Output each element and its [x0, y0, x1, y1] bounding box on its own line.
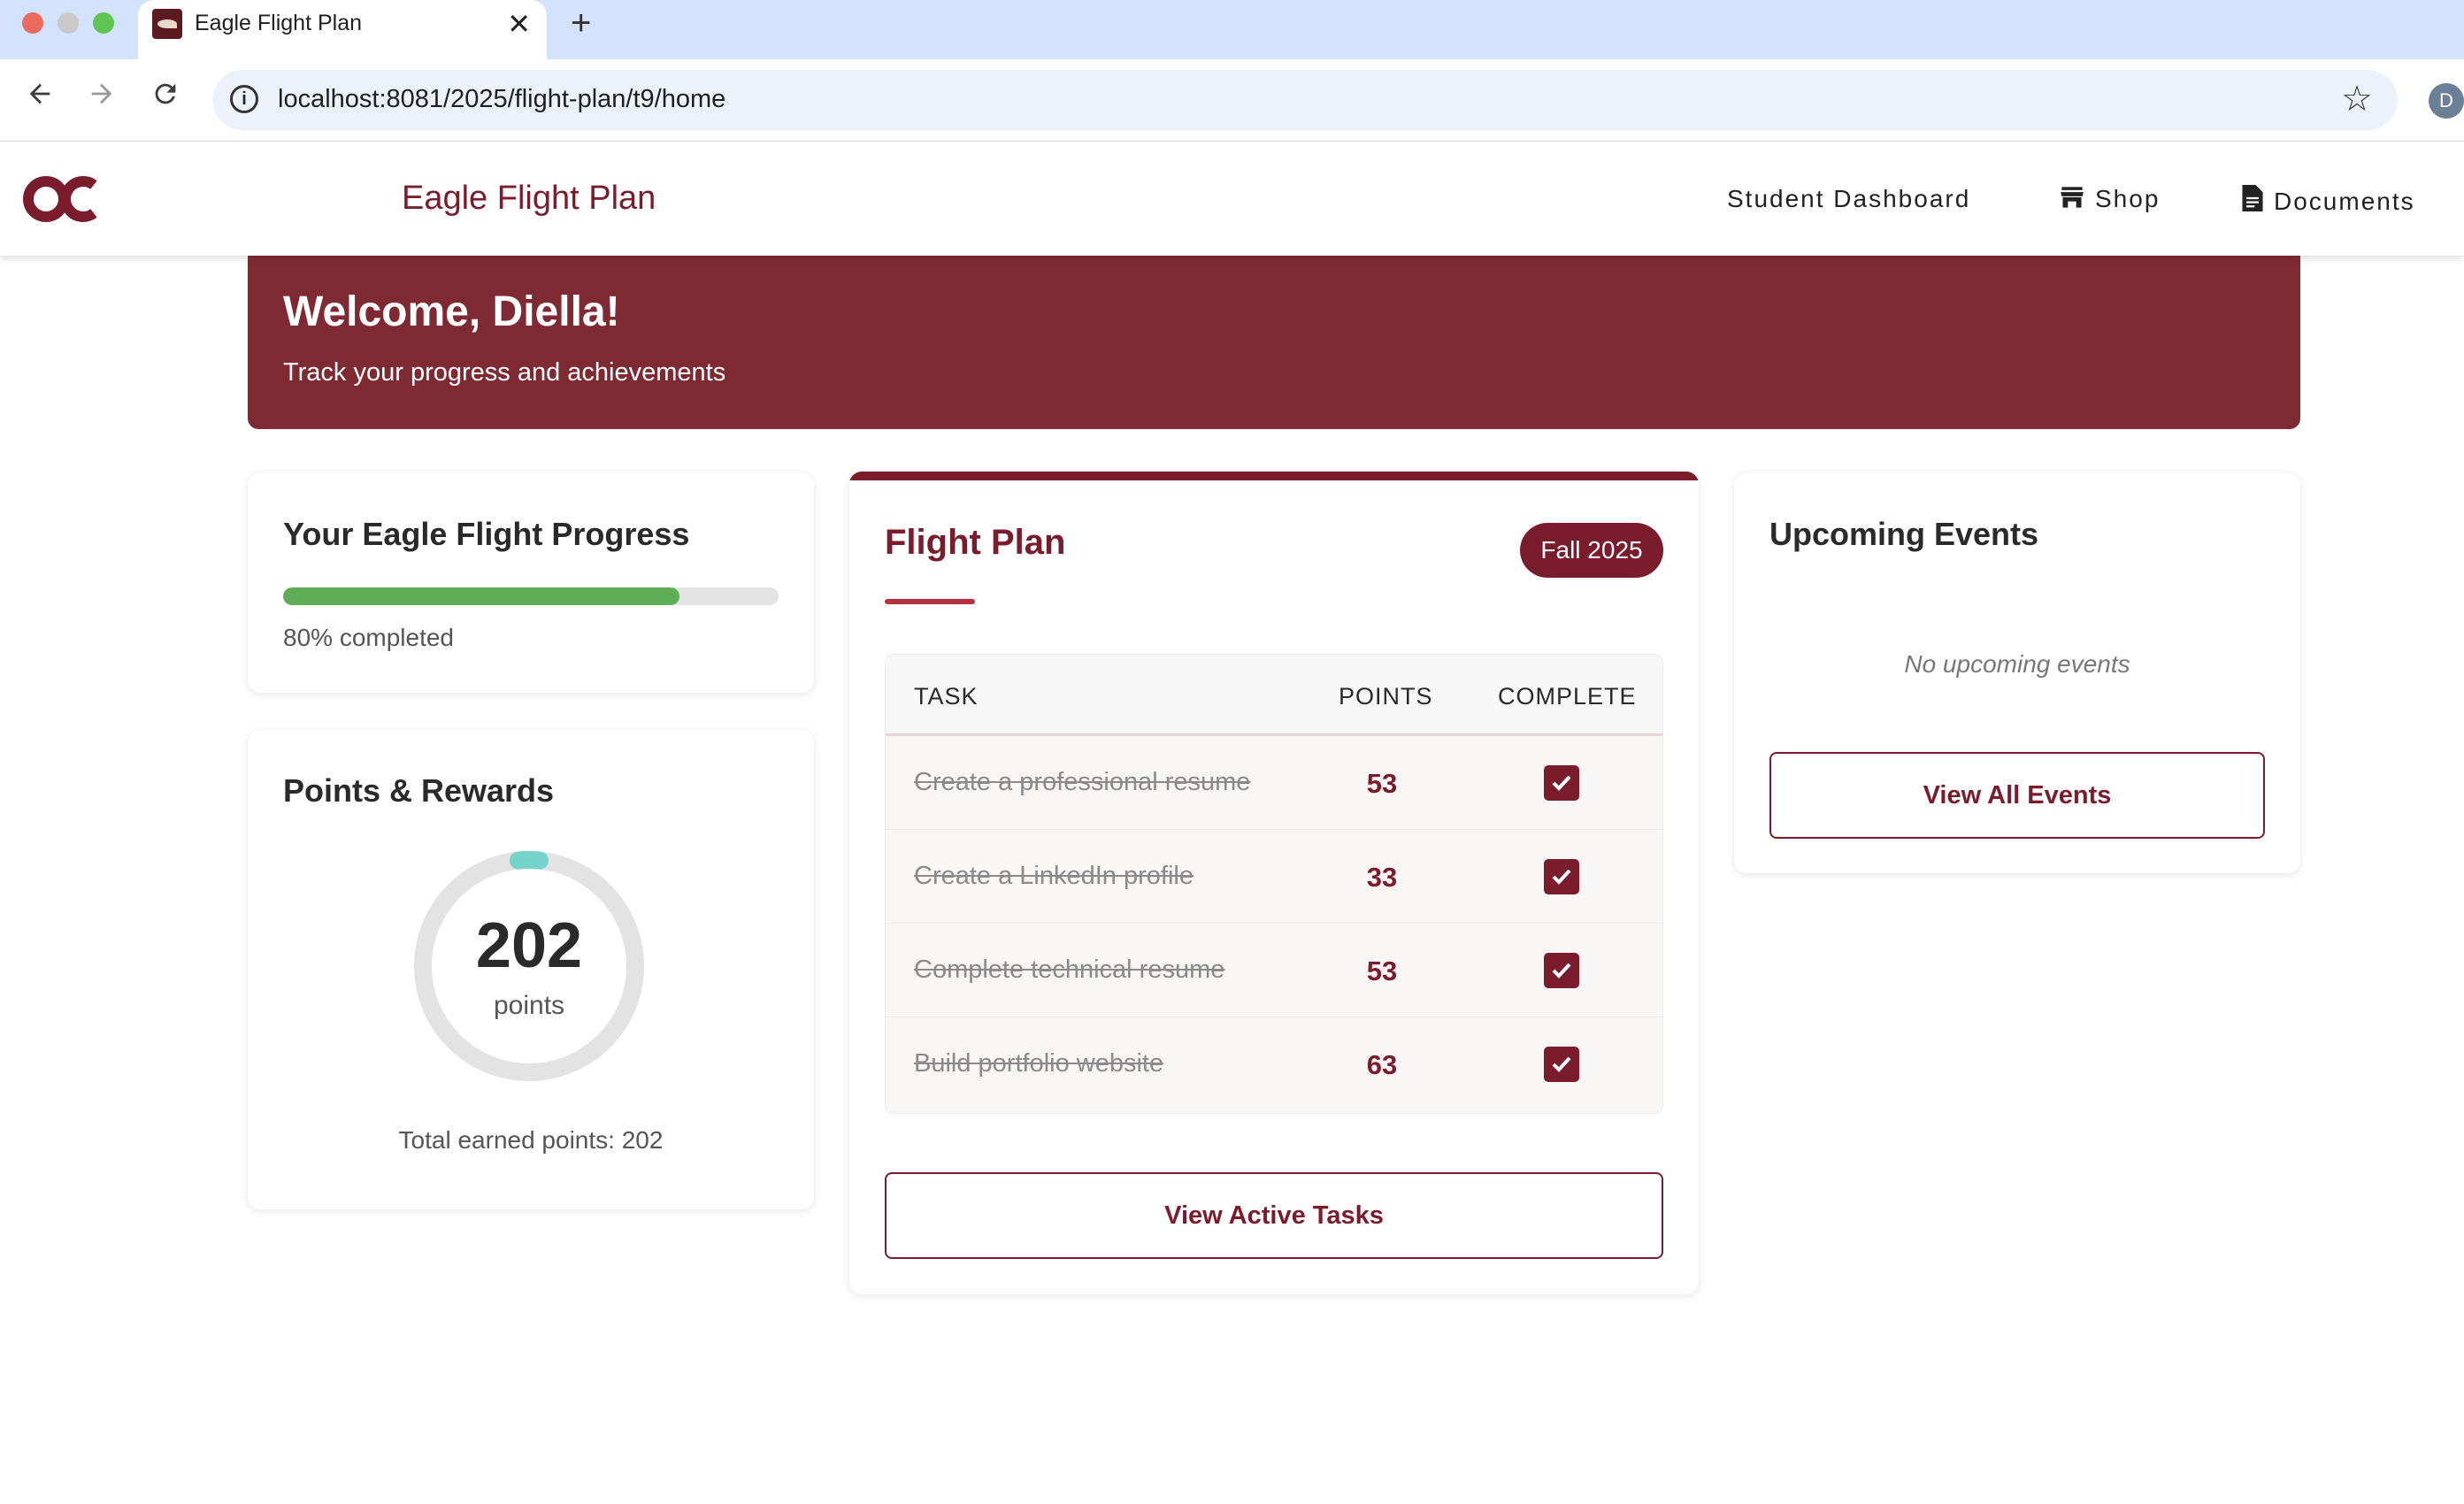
- eagle-favicon-icon: [152, 9, 182, 39]
- flight-plan-card: Flight Plan Fall 2025 TASK POINTS COMPLE…: [849, 472, 1699, 1294]
- reload-icon[interactable]: [150, 79, 180, 117]
- bookmark-star-icon[interactable]: ☆: [2341, 79, 2373, 119]
- store-icon: [2060, 186, 2084, 215]
- task-complete-checkbox[interactable]: [1544, 765, 1579, 801]
- app-title[interactable]: Eagle Flight Plan: [402, 180, 656, 218]
- progress-card: Your Eagle Flight Progress 80% completed: [248, 473, 814, 693]
- task-points: 33: [1366, 862, 1398, 893]
- nav-documents-label: Documents: [2274, 188, 2415, 215]
- task-complete-checkbox[interactable]: [1544, 953, 1579, 988]
- task-name: Create a LinkedIn profile: [914, 862, 1194, 890]
- task-complete-checkbox[interactable]: [1544, 859, 1579, 894]
- events-card: Upcoming Events No upcoming events View …: [1734, 473, 2300, 873]
- progress-bar-fill: [283, 587, 679, 605]
- nav-shop[interactable]: Shop: [2060, 185, 2160, 215]
- view-all-events-button[interactable]: View All Events: [1769, 752, 2265, 839]
- column-task: TASK: [914, 683, 979, 710]
- tab-close-icon[interactable]: ✕: [507, 7, 531, 41]
- address-bar[interactable]: i localhost:8081/2025/flight-plan/t9/hom…: [212, 70, 2398, 130]
- no-events-message: No upcoming events: [1904, 650, 2130, 678]
- progress-label: 80% completed: [283, 624, 455, 651]
- close-window-button[interactable]: [22, 12, 43, 34]
- column-points: POINTS: [1339, 683, 1433, 710]
- table-header: TASK POINTS COMPLETE: [886, 655, 1662, 736]
- events-title: Upcoming Events: [1769, 516, 2039, 552]
- task-name: Build portfolio website: [914, 1049, 1164, 1078]
- welcome-banner: Welcome, Diella! Track your progress and…: [248, 256, 2300, 429]
- nav-documents[interactable]: Documents: [2242, 185, 2415, 218]
- tab-title: Eagle Flight Plan: [195, 11, 363, 35]
- view-active-tasks-button[interactable]: View Active Tasks: [885, 1172, 1663, 1259]
- oc-logo-icon[interactable]: [23, 173, 97, 226]
- new-tab-button[interactable]: +: [571, 4, 591, 43]
- maximize-window-button[interactable]: [93, 12, 114, 34]
- app-header: Eagle Flight Plan Student Dashboard Shop…: [0, 142, 2464, 256]
- progress-title: Your Eagle Flight Progress: [283, 516, 690, 552]
- welcome-subtitle: Track your progress and achievements: [283, 358, 726, 387]
- document-icon: [2242, 185, 2263, 218]
- task-name: Complete technical resume: [914, 955, 1225, 984]
- task-points: 53: [1366, 955, 1398, 986]
- points-value: 202: [475, 910, 583, 981]
- points-total: Total earned points: 202: [398, 1126, 664, 1154]
- flight-plan-accent-bar: [849, 472, 1699, 480]
- task-points: 63: [1366, 1049, 1398, 1080]
- nav-student-dashboard[interactable]: Student Dashboard: [1727, 185, 1970, 213]
- tasks-table: TASK POINTS COMPLETE Create a profession…: [885, 654, 1663, 1114]
- points-card: Points & Rewards 202 points Total earned…: [248, 730, 814, 1209]
- task-complete-checkbox[interactable]: [1544, 1047, 1579, 1082]
- table-row: Create a LinkedIn profile 33: [886, 830, 1662, 924]
- browser-tab[interactable]: Eagle Flight Plan ✕: [138, 0, 547, 59]
- task-name: Create a professional resume: [914, 768, 1251, 796]
- site-info-icon[interactable]: i: [230, 85, 258, 113]
- back-arrow-icon[interactable]: [25, 79, 55, 117]
- points-unit: points: [493, 991, 565, 1020]
- forward-arrow-icon[interactable]: [87, 79, 117, 117]
- column-complete: COMPLETE: [1498, 683, 1637, 710]
- browser-toolbar: i localhost:8081/2025/flight-plan/t9/hom…: [0, 59, 2464, 142]
- flight-plan-underline: [885, 599, 975, 604]
- table-row: Create a professional resume 53: [886, 736, 1662, 830]
- task-points: 53: [1366, 768, 1398, 799]
- table-row: Complete technical resume 53: [886, 924, 1662, 1017]
- nav-shop-label: Shop: [2095, 185, 2161, 212]
- profile-avatar[interactable]: D: [2429, 83, 2464, 119]
- browser-tab-bar: Eagle Flight Plan ✕ +: [0, 0, 2464, 59]
- points-title: Points & Rewards: [283, 772, 555, 809]
- flight-plan-title: Flight Plan: [885, 523, 1066, 562]
- minimize-window-button[interactable]: [58, 12, 79, 34]
- term-badge: Fall 2025: [1520, 523, 1663, 578]
- welcome-title: Welcome, Diella!: [283, 288, 620, 335]
- points-ring: 202 points: [412, 849, 646, 1083]
- url-text[interactable]: localhost:8081/2025/flight-plan/t9/home: [278, 85, 725, 114]
- table-row: Build portfolio website 63: [886, 1017, 1662, 1111]
- progress-bar: [283, 587, 779, 605]
